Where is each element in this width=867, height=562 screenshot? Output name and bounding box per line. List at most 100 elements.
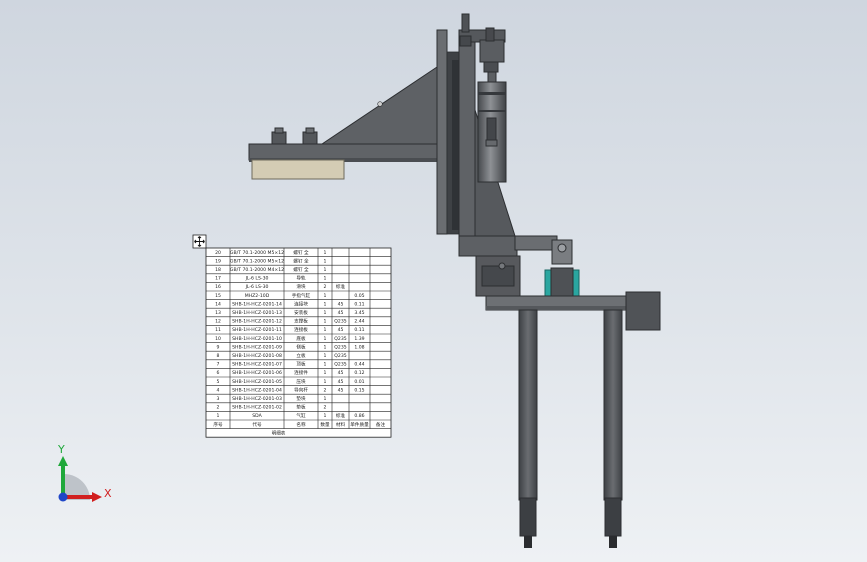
bom-cell-weight: 0.12 [354, 370, 364, 376]
x-axis-label: X [104, 487, 112, 500]
teal-finger-right[interactable] [572, 269, 580, 297]
bom-header-name: 名称 [296, 421, 306, 428]
bom-cell-no: 13 [215, 310, 221, 316]
bom-cell-code: JL-6 LS-30 [245, 276, 269, 282]
bom-table[interactable]: 20 GB/T 70.1-2000 M5×12 螺钉 全 119 GB/T 70.1-2… [205, 247, 392, 438]
bom-header-code: 代号 [252, 421, 262, 428]
bom-cell-name: 滑块 [296, 283, 306, 290]
post-tip-left [524, 536, 532, 548]
tan-block[interactable] [251, 159, 345, 180]
lower-body[interactable] [458, 235, 518, 257]
bom-cell-weight: 1.39 [354, 336, 364, 342]
bom-cell-mat: 45 [338, 387, 344, 393]
clamp-pivot-pin [557, 243, 567, 253]
bom-cell-mat: Q235 [334, 344, 346, 350]
cylinder-ring-2 [478, 110, 506, 112]
bom-cell-qty: 1 [324, 370, 327, 376]
gripper-body[interactable] [550, 267, 574, 297]
bom-cell-code: SHB-1H-HCZ-0201-08 [232, 353, 282, 359]
bom-cell-weight: 0.11 [354, 327, 364, 333]
bom-footer-title: 明细表 [272, 429, 286, 436]
bom-cell-qty: 2 [324, 387, 327, 393]
bom-cell-code: JL-6 LS-30 [245, 284, 269, 290]
post-foot-left [519, 497, 537, 537]
bom-header-no: 序号 [213, 421, 223, 428]
bom-cell-mat: Q235 [334, 319, 346, 325]
cylinder-ring-1 [478, 92, 506, 95]
bom-cell-mat: Q235 [334, 353, 346, 359]
clamp-arm[interactable] [514, 235, 558, 251]
bom-cell-no: 8 [217, 353, 220, 359]
bom-cell-code: SHB-1H-HCZ-0201-14 [232, 301, 282, 307]
bom-cell-code: SDA [252, 413, 262, 419]
teal-finger-left[interactable] [544, 269, 552, 297]
bom-cell-name: 支撑板 [294, 318, 308, 325]
bom-cell-no: 7 [217, 362, 220, 368]
rail[interactable] [452, 60, 459, 230]
bom-header-note: 备注 [376, 421, 386, 428]
bom-cell-qty: 1 [324, 413, 327, 419]
bom-cell-weight: 3.45 [354, 310, 364, 316]
post-tip-right [609, 536, 617, 548]
vertical-plate[interactable] [436, 29, 448, 235]
y-axis-label: Y [57, 443, 65, 456]
side-box[interactable] [625, 291, 661, 331]
bom-cell-qty: 1 [324, 362, 327, 368]
bom-cell-name: 螺钉 全 [293, 266, 309, 273]
bom-cell-no: 5 [217, 379, 220, 385]
bom-cell-no: 16 [215, 284, 221, 290]
slide-plate[interactable] [458, 39, 476, 253]
fitting-lower [483, 61, 499, 73]
base-plate-edge [486, 306, 628, 310]
bom-cell-qty: 1 [324, 353, 327, 359]
bom-cell-qty: 1 [324, 310, 327, 316]
bom-cell-name: 连接板 [294, 326, 308, 333]
bom-cell-code: SHB-1H-HCZ-0201-11 [232, 327, 282, 333]
bom-cell-name: 底板 [296, 335, 306, 342]
bom-cell-code: SHB-1H-HCZ-0201-03 [232, 396, 282, 402]
bom-cell-qty: 1 [324, 319, 327, 325]
bom-cell-name: 顶板 [296, 361, 306, 368]
bom-cell-no: 1 [217, 413, 220, 419]
bom-cell-weight: 0.05 [354, 293, 364, 299]
bom-cell-mat: 45 [338, 327, 344, 333]
bom-cell-qty: 1 [324, 379, 327, 385]
bom-cell-code: SHB-1H-HCZ-0201-06 [232, 370, 282, 376]
bom-cell-code: GB/T 70.1-2000 M4×12 [230, 267, 284, 273]
bom-cell-weight: 0.44 [354, 362, 364, 368]
bom-cell-mat: Q235 [334, 362, 346, 368]
arm-plate[interactable] [248, 143, 440, 161]
cad-viewport[interactable]: 20 GB/T 70.1-2000 M5×12 螺钉 全 119 GB/T 70.1-2… [0, 0, 867, 562]
bom-cell-no: 11 [215, 327, 221, 333]
bom-cell-name: 螺钉 全 [293, 249, 309, 256]
bom-cell-qty: 2 [324, 405, 327, 411]
move-handle-icon[interactable] [192, 234, 207, 249]
bom-cell-code: SHB-1H-HCZ-0201-10 [232, 336, 282, 342]
bom-cell-qty: 1 [324, 267, 327, 273]
guide-post-left[interactable] [518, 309, 538, 501]
bom-cell-code: SHB-1H-HCZ-0201-13 [232, 310, 282, 316]
bom-cell-code: SHB-1H-HCZ-0201-02 [232, 405, 282, 411]
fitting-block[interactable] [479, 39, 505, 63]
bom-cell-weight: 0.86 [354, 413, 364, 419]
bom-cell-qty: 1 [324, 258, 327, 264]
gusset-hole [377, 101, 383, 107]
arm-nut-right [302, 127, 318, 145]
bom-cell-mat: 45 [338, 310, 344, 316]
bom-cell-no: 15 [215, 293, 221, 299]
bom-cell-name: 压块 [296, 378, 306, 385]
bom-cell-weight: 0.11 [354, 301, 364, 307]
bom-cell-name: 连接件 [294, 369, 308, 376]
bom-cell-code: SHB-1H-HCZ-0201-04 [232, 387, 282, 393]
bom-cell-mat: 标准 [336, 283, 346, 290]
bom-cell-no: 4 [217, 387, 220, 393]
guide-post-right[interactable] [603, 309, 623, 501]
bom-cell-no: 3 [217, 396, 220, 402]
bom-cell-name: 立板 [296, 352, 306, 359]
y-axis-arrow [58, 456, 68, 466]
bom-cell-qty: 1 [324, 344, 327, 350]
bom-cell-mat: Q235 [334, 336, 346, 342]
guide-block-inner [481, 265, 515, 287]
bom-cell-qty: 1 [324, 396, 327, 402]
bom-cell-qty: 1 [324, 276, 327, 282]
